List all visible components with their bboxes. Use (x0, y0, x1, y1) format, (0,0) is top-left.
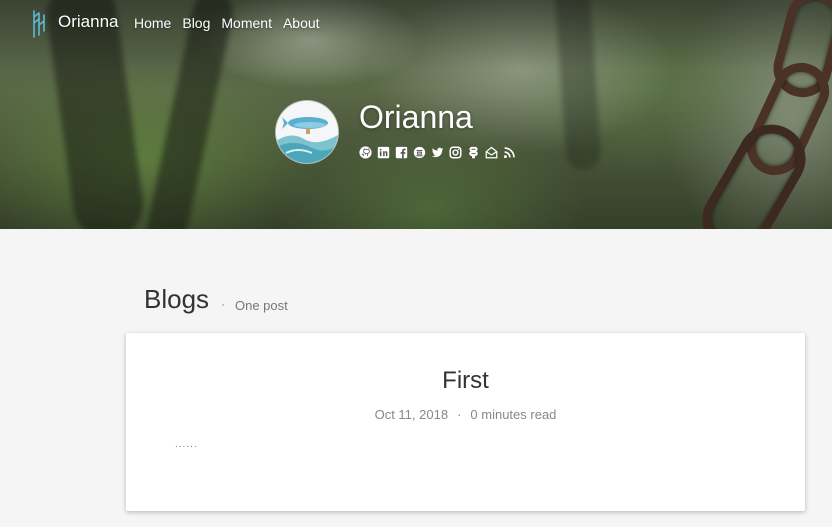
post-card[interactable]: First Oct 11, 2018 · 0 minutes read ...... (126, 333, 805, 511)
instagram-icon[interactable] (449, 146, 462, 159)
top-navbar: Orianna Home Blog Moment About (0, 0, 832, 48)
post-excerpt: ...... (175, 439, 198, 450)
post-count: One post (235, 298, 288, 313)
brand-name[interactable]: Orianna (58, 12, 118, 32)
twitter-icon[interactable] (431, 146, 444, 159)
zhihu-icon[interactable] (467, 146, 480, 159)
linkedin-icon[interactable] (377, 146, 390, 159)
brand-logo-icon[interactable] (31, 9, 47, 39)
post-read-time: 0 minutes read (470, 407, 557, 422)
nav-link-home[interactable]: Home (134, 15, 171, 31)
post-date: Oct 11, 2018 (374, 407, 449, 422)
social-links (359, 146, 516, 159)
nav-link-moment[interactable]: Moment (221, 15, 272, 31)
section-title: Blogs (144, 284, 210, 314)
nav-links: Home Blog Moment About (134, 15, 331, 31)
meta-separator: · (457, 407, 462, 422)
rss-icon[interactable] (503, 146, 516, 159)
avatar (276, 101, 338, 163)
hero-banner: Orianna Home Blog Moment About Orianna (0, 0, 832, 229)
profile-name: Orianna (359, 99, 473, 135)
nav-link-about[interactable]: About (283, 15, 320, 31)
title-separator: · (221, 297, 225, 311)
post-meta: Oct 11, 2018 · 0 minutes read (126, 407, 805, 422)
douban-icon[interactable] (413, 146, 426, 159)
nav-link-blog[interactable]: Blog (182, 15, 210, 31)
github-icon[interactable] (359, 146, 372, 159)
post-title[interactable]: First (126, 367, 805, 395)
email-icon[interactable] (485, 146, 498, 159)
facebook-icon[interactable] (395, 146, 408, 159)
